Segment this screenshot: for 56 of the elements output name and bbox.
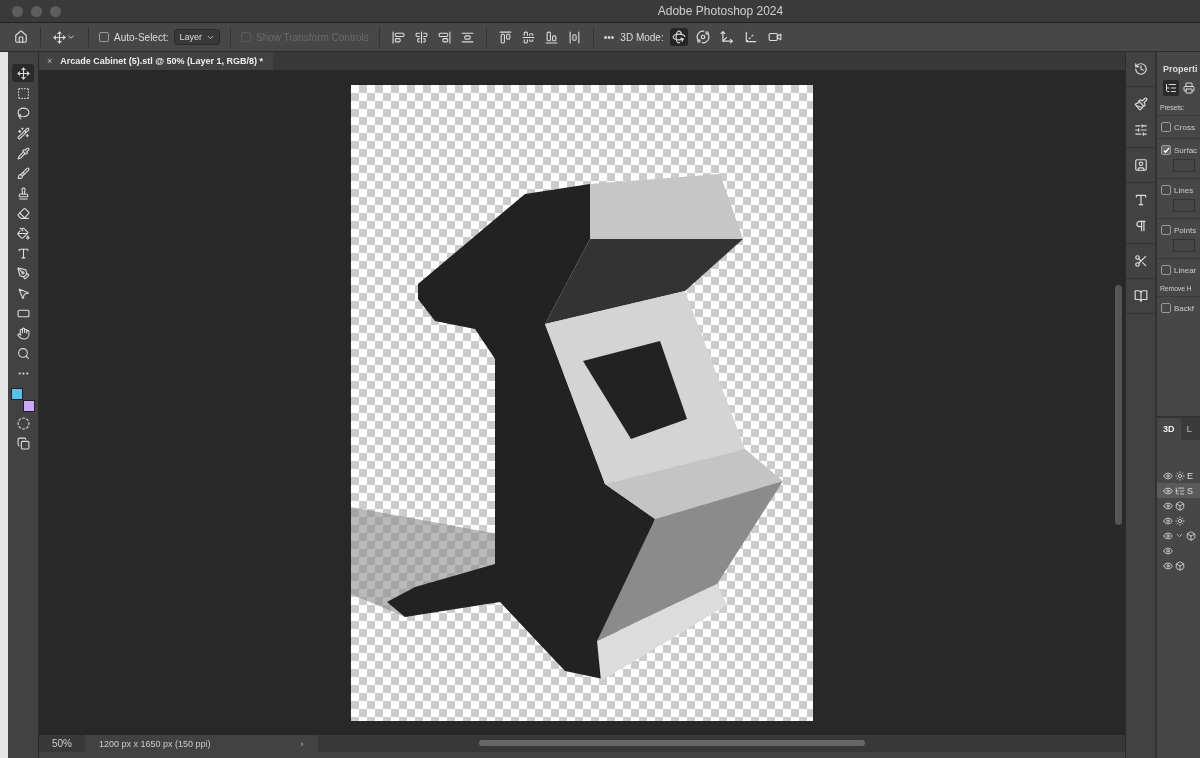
tab-close-icon[interactable]: × xyxy=(47,56,53,66)
option-checkbox[interactable] xyxy=(1161,145,1171,155)
rotate-icon[interactable] xyxy=(669,28,688,46)
vertical-scrollbar[interactable] xyxy=(1115,285,1122,525)
document-size: 1200 px x 1650 px (150 ppi) xyxy=(99,738,211,749)
zoom-level: 50% xyxy=(51,738,73,749)
move-icon[interactable] xyxy=(12,64,34,82)
option-label: Linear xyxy=(1174,265,1197,275)
option-checkbox[interactable] xyxy=(1161,265,1171,275)
printer-icon[interactable] xyxy=(1181,80,1197,96)
align-icon[interactable] xyxy=(519,28,537,46)
3d-mode-label: 3D Mode: xyxy=(620,31,664,43)
option-checkbox[interactable] xyxy=(1161,122,1171,132)
document-tab[interactable]: × Arcade Cabinet (5).stl @ 50% (Layer 1, RGB/8) * xyxy=(39,52,274,70)
document-tab-title: Arcade Cabinet (5).stl @ 50% (Layer 1, RGB/8) * xyxy=(60,56,264,66)
layer-dropdown[interactable]: Layer xyxy=(174,29,220,45)
auto-select-label: Auto-Select: xyxy=(114,31,169,43)
home-icon[interactable] xyxy=(12,28,30,46)
panel-tab[interactable]: 3D xyxy=(1157,418,1181,440)
scene-item-icon xyxy=(1175,470,1185,481)
scene-icon[interactable] xyxy=(1163,80,1179,96)
option-checkbox[interactable] xyxy=(1161,185,1171,195)
chevron-icon[interactable] xyxy=(1175,531,1184,540)
status-arrow[interactable]: › xyxy=(300,738,304,749)
eye-icon[interactable] xyxy=(1163,530,1173,541)
option-label: Surfac xyxy=(1174,145,1198,155)
more-options-button[interactable]: ••• xyxy=(603,31,615,43)
auto-select-checkbox[interactable] xyxy=(99,32,109,42)
eye-icon[interactable] xyxy=(1163,545,1173,556)
option-label: Cross xyxy=(1174,122,1195,132)
option-label: Backf xyxy=(1174,303,1194,313)
eye-icon[interactable] xyxy=(1163,470,1173,481)
option-label: Lines xyxy=(1174,185,1194,195)
move-icon[interactable] xyxy=(717,28,736,46)
scene-item-icon xyxy=(1186,530,1196,541)
scene-item-icon xyxy=(1175,500,1185,511)
chevron-icon xyxy=(66,32,76,42)
background-color-swatch[interactable] xyxy=(23,400,35,412)
eye-icon[interactable] xyxy=(1163,500,1173,511)
scene-item-icon xyxy=(1175,560,1185,571)
option-checkbox[interactable] xyxy=(1161,225,1171,235)
orbit-icon[interactable] xyxy=(693,28,712,46)
scene-item-label[interactable]: S xyxy=(1187,485,1193,496)
option-checkbox[interactable] xyxy=(1161,303,1171,313)
properties-title: Properti xyxy=(1162,63,1199,76)
eye-icon[interactable] xyxy=(1163,515,1173,526)
scene-item-label[interactable]: E xyxy=(1187,470,1193,481)
window-title: Adobe Photoshop 2024 xyxy=(656,4,785,18)
eye-icon[interactable] xyxy=(1163,485,1173,496)
eye-icon[interactable] xyxy=(1163,560,1173,571)
scene-item-icon xyxy=(1175,485,1185,496)
option-label: Points xyxy=(1174,225,1197,235)
horizontal-scrollbar[interactable] xyxy=(479,740,865,746)
foreground-color-swatch[interactable] xyxy=(11,388,23,400)
scene-item-icon xyxy=(1175,515,1185,526)
align-icon[interactable] xyxy=(412,28,430,46)
